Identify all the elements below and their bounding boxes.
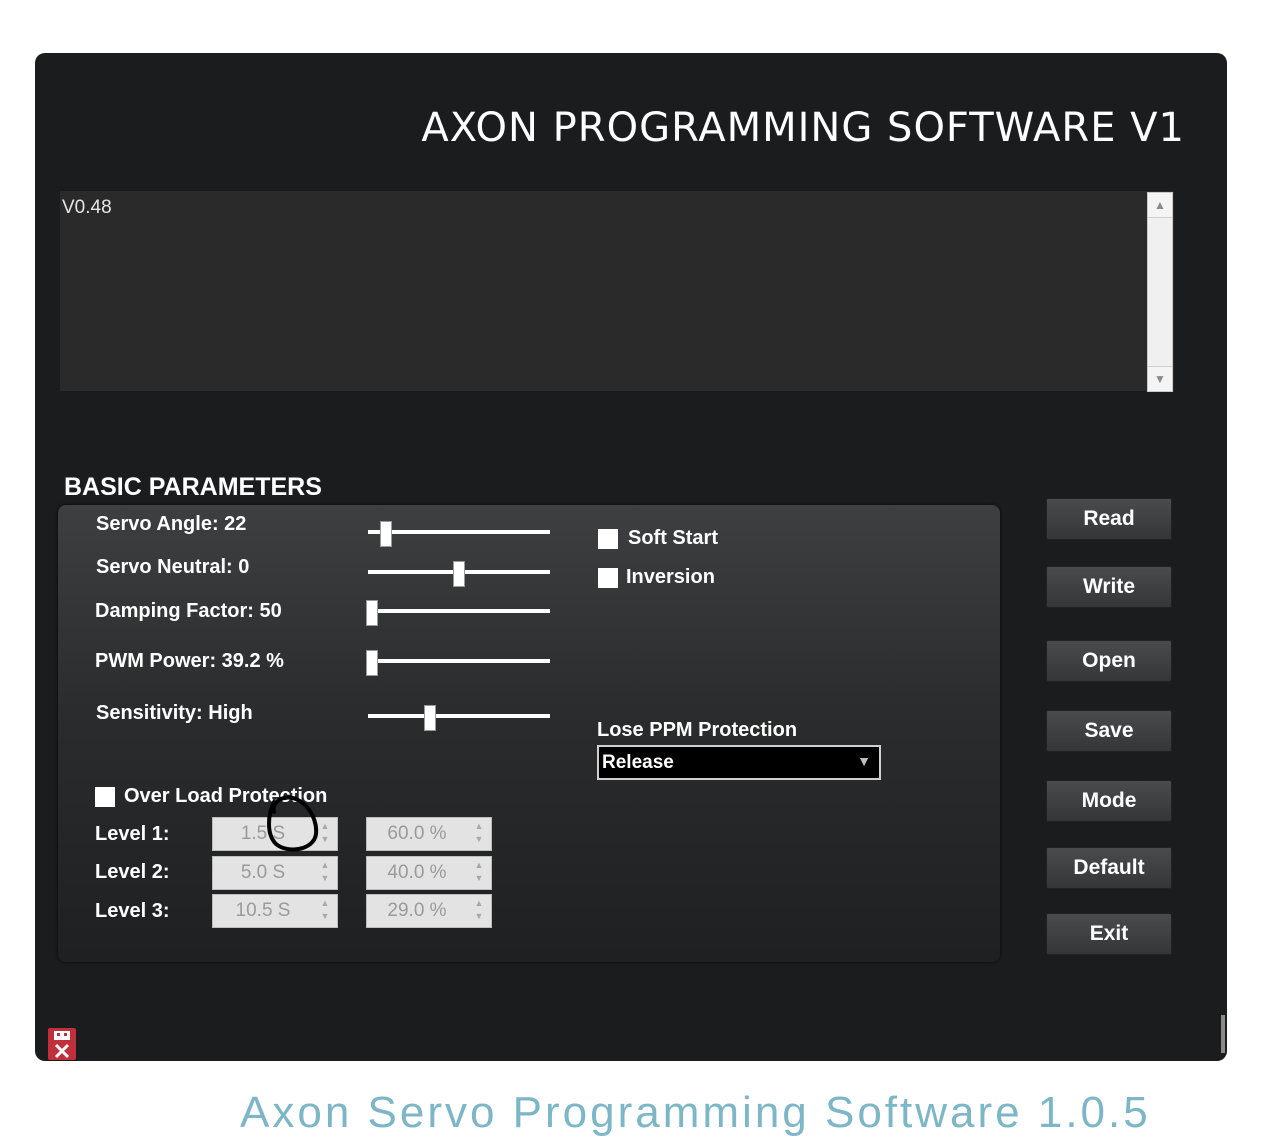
basic-parameters-heading: BASIC PARAMETERS bbox=[64, 473, 322, 501]
slider-thumb[interactable] bbox=[453, 561, 465, 587]
window-edge-marker bbox=[1221, 1015, 1225, 1053]
page-caption: Axon Servo Programming Software 1.0.5 bbox=[240, 1088, 1151, 1137]
sensitivity-slider[interactable] bbox=[368, 705, 550, 731]
slider-thumb[interactable] bbox=[424, 705, 437, 731]
servo-neutral-label: Servo Neutral: 0 bbox=[96, 556, 250, 578]
servo-angle-label: Servo Angle: 22 bbox=[96, 513, 247, 535]
level-2-time-spinner[interactable]: 5.0 S ▲ ▼ bbox=[212, 856, 338, 890]
save-button[interactable]: Save bbox=[1046, 710, 1172, 752]
spinner-value: 5.0 S bbox=[240, 862, 286, 883]
spinner-value: 10.5 S bbox=[235, 900, 291, 921]
servo-neutral-slider[interactable] bbox=[368, 561, 550, 587]
level-3-power-spinner[interactable]: 29.0 % ▲ ▼ bbox=[366, 894, 492, 928]
pwm-power-label: PWM Power: 39.2 % bbox=[95, 650, 284, 672]
spinner-arrows-icon[interactable]: ▲ ▼ bbox=[473, 820, 485, 846]
scroll-up-icon[interactable]: ▲ bbox=[1148, 193, 1172, 218]
app-window: AXON PROGRAMMING SOFTWARE V1 V0.48 ▲ ▼ B… bbox=[35, 53, 1227, 1061]
soft-start-label: Soft Start bbox=[628, 527, 718, 549]
pwm-power-slider[interactable] bbox=[366, 650, 550, 676]
spinner-arrows-icon[interactable]: ▲ ▼ bbox=[319, 859, 331, 885]
chevron-down-icon: ▼ bbox=[857, 753, 871, 769]
lose-ppm-dropdown[interactable]: Release ▼ bbox=[597, 745, 881, 780]
servo-angle-slider[interactable] bbox=[368, 521, 550, 547]
spinner-value: 29.0 % bbox=[387, 900, 447, 921]
inversion-label: Inversion bbox=[626, 566, 715, 588]
mode-button[interactable]: Mode bbox=[1046, 780, 1172, 822]
spinner-arrows-icon[interactable]: ▲ ▼ bbox=[473, 897, 485, 923]
inversion-checkbox[interactable] bbox=[598, 568, 618, 588]
spinner-value: 40.0 % bbox=[387, 862, 447, 883]
log-output[interactable]: V0.48 bbox=[60, 191, 1174, 391]
app-title: AXON PROGRAMMING SOFTWARE V1 bbox=[421, 105, 1185, 151]
open-button[interactable]: Open bbox=[1046, 640, 1172, 682]
level-2-label: Level 2: bbox=[95, 861, 170, 883]
slider-track bbox=[366, 609, 550, 613]
overload-protection-checkbox[interactable] bbox=[95, 787, 115, 807]
usb-disconnected-icon bbox=[48, 1028, 76, 1060]
lose-ppm-selected: Release bbox=[602, 752, 674, 773]
damping-factor-label: Damping Factor: 50 bbox=[95, 600, 282, 622]
log-text: V0.48 bbox=[62, 197, 112, 218]
read-button[interactable]: Read bbox=[1046, 498, 1172, 540]
lose-ppm-label: Lose PPM Protection bbox=[597, 719, 798, 741]
slider-track bbox=[368, 714, 550, 718]
annotation-circle bbox=[267, 795, 319, 852]
level-1-label: Level 1: bbox=[95, 823, 170, 845]
write-button[interactable]: Write bbox=[1046, 566, 1172, 608]
slider-track bbox=[368, 530, 550, 534]
scroll-down-icon[interactable]: ▼ bbox=[1148, 366, 1172, 391]
default-button[interactable]: Default bbox=[1046, 847, 1172, 889]
spinner-value: 60.0 % bbox=[387, 823, 447, 844]
slider-thumb[interactable] bbox=[366, 600, 378, 626]
slider-thumb[interactable] bbox=[379, 521, 392, 547]
level-3-label: Level 3: bbox=[95, 900, 170, 922]
exit-button[interactable]: Exit bbox=[1046, 913, 1172, 955]
level-1-power-spinner[interactable]: 60.0 % ▲ ▼ bbox=[366, 817, 492, 851]
damping-factor-slider[interactable] bbox=[366, 600, 550, 626]
log-scrollbar[interactable]: ▲ ▼ bbox=[1147, 192, 1173, 392]
sensitivity-label: Sensitivity: High bbox=[96, 702, 253, 724]
slider-thumb[interactable] bbox=[366, 650, 378, 676]
level-3-time-spinner[interactable]: 10.5 S ▲ ▼ bbox=[212, 894, 338, 928]
spinner-arrows-icon[interactable]: ▲ ▼ bbox=[473, 859, 485, 885]
soft-start-checkbox[interactable] bbox=[598, 529, 618, 549]
spinner-arrows-icon[interactable]: ▲ ▼ bbox=[319, 897, 331, 923]
slider-track bbox=[366, 659, 550, 663]
level-2-power-spinner[interactable]: 40.0 % ▲ ▼ bbox=[366, 856, 492, 890]
